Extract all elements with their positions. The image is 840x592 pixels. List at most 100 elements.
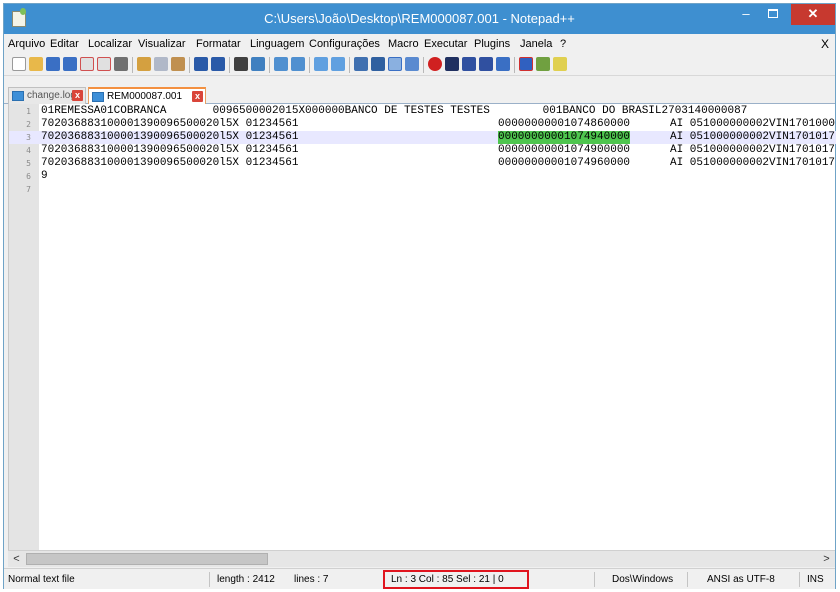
menu-linguagem[interactable]: Linguagem bbox=[250, 38, 304, 50]
line-text: 702036883100001390096500020l5X 01234561 bbox=[41, 144, 299, 156]
scroll-left-button[interactable]: < bbox=[8, 551, 25, 567]
menu-visualizar[interactable]: Visualizar bbox=[138, 38, 186, 50]
editor-line[interactable]: 4 702036883100001390096500020l5X 0123456… bbox=[9, 144, 836, 157]
menu-executar[interactable]: Executar bbox=[424, 38, 467, 50]
save-macro-icon[interactable] bbox=[496, 57, 510, 71]
status-separator bbox=[687, 572, 688, 587]
status-separator bbox=[209, 572, 210, 587]
line-text-tail: AI 051000000002VIN1701017 bbox=[670, 131, 836, 143]
line-text-tail: AI 051000000002VIN1701017 bbox=[670, 157, 836, 169]
line-number: 2 bbox=[26, 120, 31, 129]
status-separator bbox=[594, 572, 595, 587]
menu-bar: Arquivo Editar Localizar Visualizar Form… bbox=[4, 34, 835, 54]
line-text-tail: AI 051000000002VIN1701000 bbox=[670, 118, 836, 130]
close-document-button[interactable]: X bbox=[821, 37, 829, 51]
line-text: 01REMESSA01COBRANCA 0096500002015X000000… bbox=[41, 105, 748, 117]
close-icon[interactable] bbox=[80, 57, 94, 71]
selected-text[interactable]: 00000000001074940000 bbox=[498, 131, 631, 144]
tab-label: change.log bbox=[27, 90, 76, 101]
close-all-icon[interactable] bbox=[97, 57, 111, 71]
toolbar-separator bbox=[189, 57, 190, 73]
auto-spell-check-icon[interactable] bbox=[553, 57, 567, 71]
run-macro-multiple-icon[interactable] bbox=[479, 57, 493, 71]
save-icon[interactable] bbox=[46, 57, 60, 71]
status-lines: lines : 7 bbox=[294, 574, 329, 585]
undo-icon[interactable] bbox=[194, 57, 208, 71]
menu-formatar[interactable]: Formatar bbox=[196, 38, 241, 50]
zoom-out-icon[interactable] bbox=[291, 57, 305, 71]
tab-bar: change.log x REM000087.001 x bbox=[4, 84, 835, 104]
status-bar: Normal text file length : 2412 lines : 7… bbox=[4, 568, 835, 589]
tab-label: REM000087.001 bbox=[107, 91, 183, 102]
spell-check-icon[interactable] bbox=[519, 57, 533, 71]
maximize-button[interactable] bbox=[760, 4, 786, 25]
open-file-icon[interactable] bbox=[29, 57, 43, 71]
word-wrap-icon[interactable] bbox=[354, 57, 368, 71]
toolbar-separator bbox=[423, 57, 424, 73]
redo-icon[interactable] bbox=[211, 57, 225, 71]
tab-rem000087[interactable]: REM000087.001 x bbox=[88, 87, 206, 104]
tab-change-log[interactable]: change.log x bbox=[8, 87, 86, 104]
text-editor[interactable]: 1 01REMESSA01COBRANCA 0096500002015X0000… bbox=[8, 104, 836, 550]
line-text: 702036883100001390096500020l5X 01234561 bbox=[41, 118, 299, 130]
line-text-amount: 00000000001074860000 bbox=[498, 118, 631, 130]
toolbar-separator bbox=[514, 57, 515, 73]
new-file-icon[interactable] bbox=[12, 57, 26, 71]
line-number: 4 bbox=[26, 146, 31, 155]
toolbar bbox=[4, 54, 835, 76]
editor-line[interactable]: 1 01REMESSA01COBRANCA 0096500002015X0000… bbox=[9, 105, 836, 118]
save-all-icon[interactable] bbox=[63, 57, 77, 71]
editor-line-current[interactable]: 3 702036883100001390096500020l5X 0123456… bbox=[9, 131, 836, 144]
toolbar-separator bbox=[132, 57, 133, 73]
editor-line[interactable]: 6 9 bbox=[9, 170, 836, 183]
find-icon[interactable] bbox=[234, 57, 248, 71]
zoom-in-icon[interactable] bbox=[274, 57, 288, 71]
status-separator bbox=[799, 572, 800, 587]
menu-localizar[interactable]: Localizar bbox=[88, 38, 132, 50]
minimize-button[interactable]: – bbox=[733, 4, 759, 25]
scrollbar-thumb[interactable] bbox=[26, 553, 268, 565]
window-title: C:\Users\João\Desktop\REM000087.001 - No… bbox=[264, 11, 575, 26]
menu-macro[interactable]: Macro bbox=[388, 38, 419, 50]
spell-check-settings-icon[interactable] bbox=[536, 57, 550, 71]
toolbar-separator bbox=[229, 57, 230, 73]
cut-icon[interactable] bbox=[137, 57, 151, 71]
title-bar[interactable]: C:\Users\João\Desktop\REM000087.001 - No… bbox=[4, 4, 835, 34]
line-text: 9 bbox=[41, 170, 48, 182]
editor-line[interactable]: 2 702036883100001390096500020l5X 0123456… bbox=[9, 118, 836, 131]
status-file-type: Normal text file bbox=[8, 574, 75, 585]
menu-janela[interactable]: Janela bbox=[520, 38, 552, 50]
line-number: 7 bbox=[26, 185, 31, 194]
menu-editar[interactable]: Editar bbox=[50, 38, 79, 50]
line-text-amount: 00000000001074900000 bbox=[498, 144, 631, 156]
menu-help[interactable]: ? bbox=[560, 38, 566, 50]
sync-vertical-icon[interactable] bbox=[314, 57, 328, 71]
copy-icon[interactable] bbox=[154, 57, 168, 71]
line-text-tail: AI 051000000002VIN1701017 bbox=[670, 144, 836, 156]
editor-line[interactable]: 7 bbox=[9, 183, 836, 196]
replace-icon[interactable] bbox=[251, 57, 265, 71]
menu-arquivo[interactable]: Arquivo bbox=[8, 38, 45, 50]
line-number: 5 bbox=[26, 159, 31, 168]
line-number: 6 bbox=[26, 172, 31, 181]
print-icon[interactable] bbox=[114, 57, 128, 71]
indent-guide-icon[interactable] bbox=[388, 57, 402, 71]
menu-configuracoes[interactable]: Configurações bbox=[309, 38, 380, 50]
stop-macro-icon[interactable] bbox=[445, 57, 459, 71]
notepadpp-window: C:\Users\João\Desktop\REM000087.001 - No… bbox=[3, 3, 836, 589]
show-all-characters-icon[interactable] bbox=[371, 57, 385, 71]
line-number: 3 bbox=[26, 133, 31, 142]
editor-line[interactable]: 5 702036883100001390096500020l5X 0123456… bbox=[9, 157, 836, 170]
document-map-icon[interactable] bbox=[405, 57, 419, 71]
play-macro-icon[interactable] bbox=[462, 57, 476, 71]
tab-close-icon[interactable]: x bbox=[192, 91, 203, 102]
toolbar-separator bbox=[269, 57, 270, 73]
close-button[interactable]: ✕ bbox=[791, 4, 835, 25]
record-macro-icon[interactable] bbox=[428, 57, 442, 71]
paste-icon[interactable] bbox=[171, 57, 185, 71]
horizontal-scrollbar[interactable]: < > bbox=[8, 550, 835, 567]
tab-close-icon[interactable]: x bbox=[72, 90, 83, 101]
sync-horizontal-icon[interactable] bbox=[331, 57, 345, 71]
scroll-right-button[interactable]: > bbox=[818, 551, 835, 567]
menu-plugins[interactable]: Plugins bbox=[474, 38, 510, 50]
